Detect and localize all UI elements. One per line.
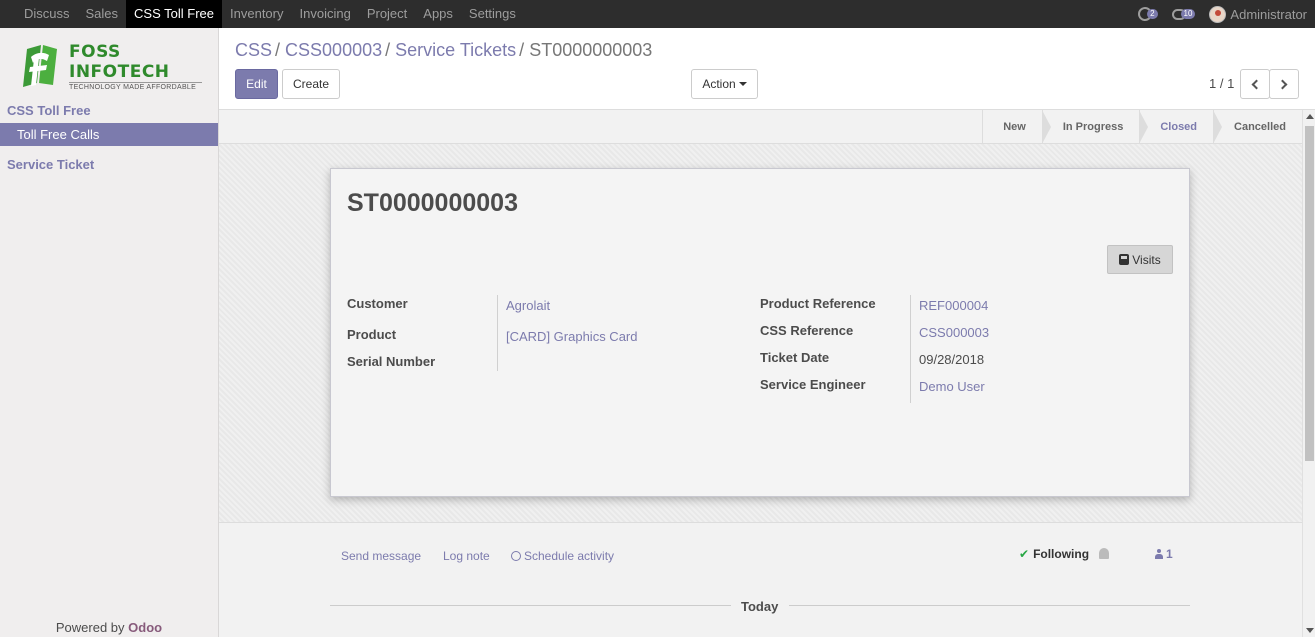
powered-prefix: Powered by (55, 620, 125, 635)
sidebar: FOSS INFOTECH TECHNOLOGY MADE AFFORDABLE… (0, 28, 219, 637)
ticket-date-label: Ticket Date (760, 350, 830, 365)
breadcrumb-service-tickets[interactable]: Service Tickets (395, 40, 516, 60)
app-menu: Discuss Sales CSS Toll Free Inventory In… (16, 0, 524, 28)
user-menu[interactable]: Administrator (1209, 5, 1307, 23)
edit-button[interactable]: Edit (235, 69, 278, 99)
menu-discuss[interactable]: Discuss (16, 0, 78, 28)
company-logo[interactable]: FOSS INFOTECH TECHNOLOGY MADE AFFORDABLE (17, 41, 202, 91)
stage-new[interactable]: New (982, 110, 1051, 144)
scroll-up-arrow-icon[interactable] (1306, 114, 1314, 119)
today-divider-right (789, 605, 1190, 606)
status-bar: New In Progress Closed Cancelled (219, 110, 1302, 144)
following-label: Following (1033, 547, 1090, 561)
followers-button[interactable]: 1 (1155, 547, 1173, 561)
powered-by: Powered by Odoo (0, 620, 218, 635)
today-divider-left (330, 605, 731, 606)
menu-project[interactable]: Project (359, 0, 415, 28)
ticket-date-field[interactable]: 09/28/2018 (919, 352, 984, 367)
message-count-badge: 10 (1180, 9, 1196, 19)
chatter: Send message Log note Schedule activity … (219, 522, 1302, 637)
sidebar-section-service-ticket[interactable]: Service Ticket (7, 157, 94, 172)
record-title: ST0000000003 (347, 189, 518, 217)
stage-pipeline: New In Progress Closed Cancelled (982, 110, 1302, 144)
menu-inventory[interactable]: Inventory (222, 0, 291, 28)
menu-sales[interactable]: Sales (78, 0, 127, 28)
product-reference-field[interactable]: REF000004 (919, 298, 988, 313)
check-icon: ✔ (1019, 547, 1030, 561)
customer-field[interactable]: Agrolait (506, 298, 550, 313)
clock-icon (511, 551, 521, 561)
avatar (1209, 5, 1227, 23)
schedule-activity-button[interactable]: Schedule activity (511, 549, 614, 563)
visits-button[interactable]: Visits (1107, 245, 1173, 274)
pager-value[interactable]: 1 / 1 (1209, 76, 1234, 91)
chevron-left-icon (1251, 79, 1262, 89)
foss-logo-icon (17, 43, 65, 89)
pager-previous-button[interactable] (1240, 69, 1270, 99)
sidebar-section-css-toll-free[interactable]: CSS Toll Free (7, 103, 91, 118)
stage-closed[interactable]: Closed (1139, 110, 1222, 144)
breadcrumb-css[interactable]: CSS (235, 40, 272, 60)
scrollbar[interactable] (1302, 110, 1315, 637)
service-engineer-field[interactable]: Demo User (919, 379, 985, 394)
action-label: Action (702, 77, 736, 91)
menu-invoicing[interactable]: Invoicing (292, 0, 359, 28)
right-group-divider (910, 295, 911, 403)
service-engineer-label: Service Engineer (760, 377, 866, 392)
breadcrumb-current: ST0000000003 (529, 40, 653, 60)
customer-label: Customer (347, 296, 408, 311)
serial-number-label: Serial Number (347, 354, 436, 369)
stage-in-progress[interactable]: In Progress (1041, 110, 1148, 144)
stage-cancelled[interactable]: Cancelled (1213, 110, 1302, 144)
schedule-activity-label: Schedule activity (524, 549, 615, 563)
action-dropdown[interactable]: Action (691, 69, 758, 99)
send-message-button[interactable]: Send message (341, 549, 421, 563)
bell-icon[interactable] (1099, 548, 1109, 559)
activity-count-badge: 2 (1147, 9, 1158, 19)
followers-count: 1 (1166, 547, 1173, 561)
bus-icon (1119, 254, 1130, 265)
left-group-divider (497, 295, 498, 371)
log-note-button[interactable]: Log note (443, 549, 490, 563)
create-button[interactable]: Create (282, 69, 340, 99)
chevron-right-icon (1277, 79, 1288, 89)
user-name: Administrator (1230, 6, 1307, 22)
scroll-thumb[interactable] (1305, 126, 1314, 461)
control-panel: CSS / CSS000003/Service Tickets / ST00000000… (219, 28, 1315, 110)
logo-name: FOSS INFOTECH (69, 41, 170, 82)
menu-apps[interactable]: Apps (415, 0, 461, 28)
css-reference-label: CSS Reference (760, 323, 854, 338)
today-separator: Today (741, 599, 779, 614)
breadcrumb: CSS / CSS000003/Service Tickets / ST00000000… (235, 40, 653, 60)
visits-label: Visits (1132, 252, 1161, 267)
scroll-down-arrow-icon[interactable] (1306, 628, 1314, 633)
following-button[interactable]: ✔ Following (1019, 547, 1089, 561)
css-reference-field[interactable]: CSS000003 (919, 325, 989, 340)
pager-next-button[interactable] (1269, 69, 1299, 99)
messaging-menu[interactable]: 10 (1171, 8, 1196, 20)
activity-menu[interactable]: 2 (1138, 7, 1158, 21)
menu-css-toll-free[interactable]: CSS Toll Free (126, 0, 223, 28)
logo-tagline: TECHNOLOGY MADE AFFORDABLE (69, 81, 202, 91)
product-label: Product (347, 327, 397, 342)
odoo-link[interactable]: Odoo (128, 620, 162, 635)
product-field[interactable]: [CARD] Graphics Card (506, 329, 637, 344)
main-navbar: Discuss Sales CSS Toll Free Inventory In… (0, 0, 1315, 28)
navbar-right: 2 10 Administrator (1138, 0, 1307, 28)
sidebar-item-toll-free-calls[interactable]: Toll Free Calls (0, 123, 218, 146)
caret-down-icon (738, 82, 747, 86)
breadcrumb-css000003[interactable]: CSS000003 (285, 40, 382, 60)
menu-settings[interactable]: Settings (461, 0, 524, 28)
form-sheet: ST0000000003 Visits Customer Agrolait Pr… (330, 168, 1190, 497)
product-reference-label: Product Reference (760, 296, 876, 311)
user-icon (1155, 549, 1163, 559)
